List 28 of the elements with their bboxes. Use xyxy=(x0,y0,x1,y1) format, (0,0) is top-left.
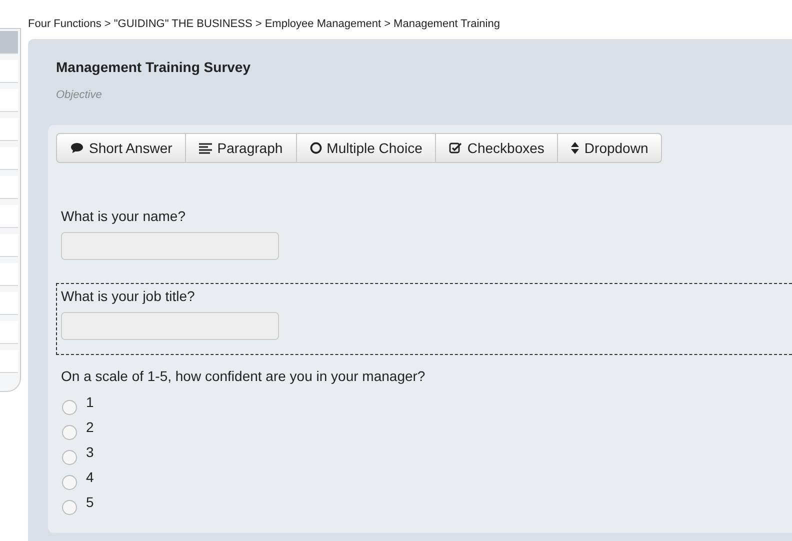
field-type-button[interactable]: Checkboxes xyxy=(435,133,558,163)
option-label: 1 xyxy=(86,394,94,410)
question-label: What is your name? xyxy=(61,208,186,224)
option-label: 2 xyxy=(86,418,94,434)
field-type-button[interactable]: Multiple Choice xyxy=(296,133,436,163)
field-type-button[interactable]: Dropdown xyxy=(557,133,662,163)
option-label: 4 xyxy=(86,468,94,484)
answer-field[interactable] xyxy=(61,232,279,260)
radio-button[interactable] xyxy=(62,425,77,440)
speech-bubble-icon xyxy=(70,142,84,154)
breadcrumb: Four Functions > "GUIDING" THE BUSINESS > Employee Management > Management Training xyxy=(28,17,501,32)
radio-button[interactable] xyxy=(62,500,77,515)
radio-button[interactable] xyxy=(62,450,77,465)
question-label: What is your job title? xyxy=(61,288,196,304)
option-label: 3 xyxy=(86,444,94,460)
survey-subtitle: Objective xyxy=(56,89,103,101)
field-type-button[interactable]: Short Answer xyxy=(56,133,186,163)
radio-button[interactable] xyxy=(62,475,77,490)
field-type-button[interactable]: Paragraph xyxy=(185,133,297,163)
option-label: 5 xyxy=(86,494,94,510)
up-down-icon xyxy=(571,142,580,154)
align-lines-icon xyxy=(199,142,212,154)
circle-icon xyxy=(310,142,322,154)
survey-title: Management Training Survey xyxy=(56,59,252,75)
radio-button[interactable] xyxy=(62,400,77,415)
question-label: On a scale of 1-5, how confident are you in your manager? xyxy=(61,368,426,384)
checkbox-icon xyxy=(449,142,462,154)
answer-field[interactable] xyxy=(61,312,279,340)
